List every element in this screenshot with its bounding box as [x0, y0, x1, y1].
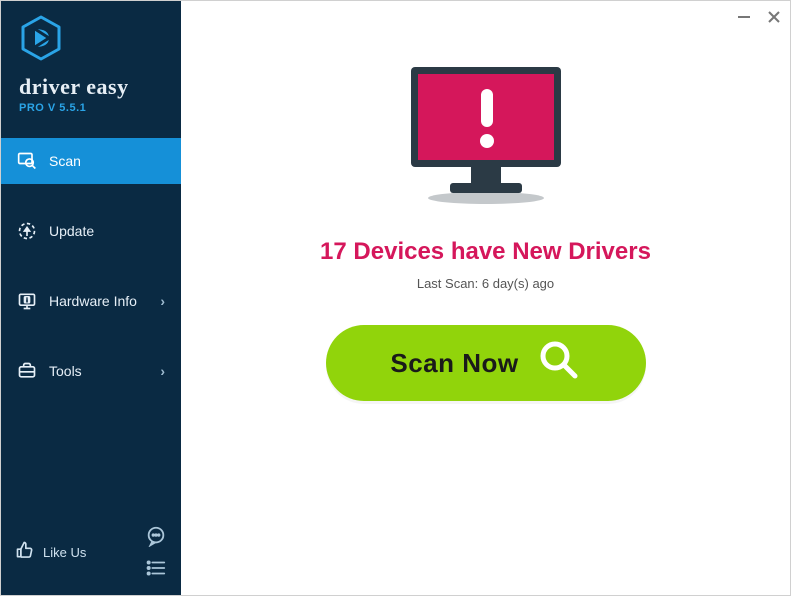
sidebar: driver easy PRO V 5.5.1 Scan: [1, 1, 181, 595]
scan-icon: [17, 151, 37, 171]
update-icon: [17, 221, 37, 241]
close-button[interactable]: [764, 7, 784, 27]
sidebar-item-hardware-info[interactable]: Hardware Info ›: [1, 278, 181, 324]
footer-right: [145, 525, 167, 579]
brand-block: driver easy PRO V 5.5.1: [1, 1, 181, 132]
sidebar-item-label: Hardware Info: [49, 293, 137, 309]
sidebar-item-scan[interactable]: Scan: [1, 138, 181, 184]
scan-now-button[interactable]: Scan Now: [326, 325, 646, 401]
monitor-alert-icon: [401, 61, 571, 211]
footer-left: Like Us: [15, 540, 86, 565]
like-us-button[interactable]: Like Us: [15, 540, 86, 565]
last-scan-text: Last Scan: 6 day(s) ago: [417, 276, 554, 291]
sidebar-item-label: Scan: [49, 153, 81, 169]
sidebar-footer: Like Us: [1, 515, 181, 595]
hardware-info-icon: [17, 291, 37, 311]
main-content: 17 Devices have New Drivers Last Scan: 6…: [181, 1, 790, 595]
minimize-button[interactable]: [734, 7, 754, 27]
chevron-right-icon: ›: [160, 363, 165, 379]
status-heading: 17 Devices have New Drivers: [320, 238, 651, 266]
like-us-label: Like Us: [43, 545, 86, 560]
search-icon: [537, 338, 581, 389]
menu-icon[interactable]: [145, 557, 167, 579]
feedback-icon[interactable]: [145, 525, 167, 547]
alert-illustration: [401, 61, 571, 216]
sidebar-item-update[interactable]: Update: [1, 208, 181, 254]
brand-logo: driver easy PRO V 5.5.1: [19, 15, 163, 114]
sidebar-item-label: Tools: [49, 363, 82, 379]
brand-version: PRO V 5.5.1: [19, 102, 86, 114]
sidebar-item-tools[interactable]: Tools ›: [1, 348, 181, 394]
app-window: driver easy PRO V 5.5.1 Scan: [0, 0, 791, 596]
brand-name: driver easy: [19, 74, 129, 100]
chevron-right-icon: ›: [160, 293, 165, 309]
thumbs-up-icon: [15, 540, 35, 565]
window-controls: [734, 7, 784, 27]
sidebar-item-label: Update: [49, 223, 94, 239]
sidebar-nav: Scan Update: [1, 138, 181, 418]
logo-icon: [19, 15, 63, 68]
tools-icon: [17, 361, 37, 381]
scan-now-label: Scan Now: [390, 348, 518, 379]
